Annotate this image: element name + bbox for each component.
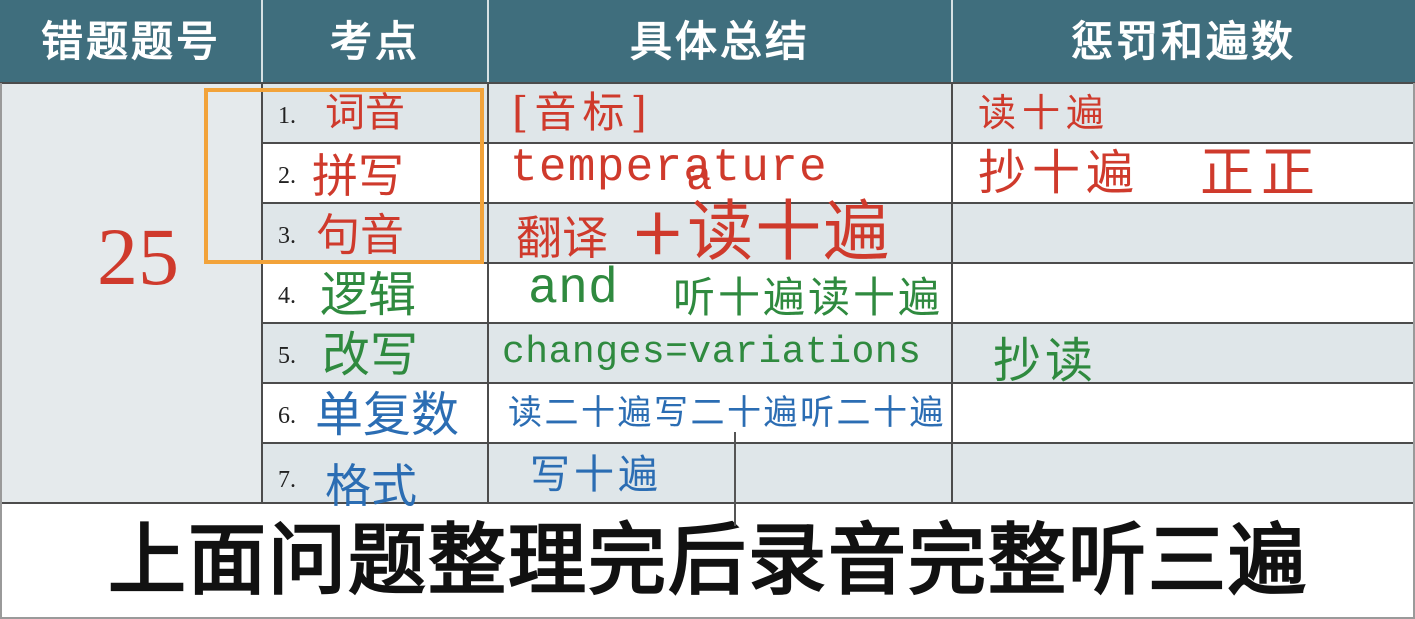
header-question-number: 错题题号 — [40, 17, 221, 66]
row-number: 6. — [278, 403, 296, 429]
summary-text: 读二十遍写二十遍听二十遍 — [508, 393, 946, 433]
summary-extra: +读十遍 — [630, 193, 892, 270]
header-divider — [261, 0, 263, 83]
header-topic: 考点 — [329, 17, 420, 66]
annotation-line — [734, 432, 736, 526]
question-number: 25 — [97, 211, 179, 302]
penalty-text: 抄十遍 — [978, 145, 1141, 201]
table-row — [262, 443, 1415, 503]
summary-text: changes=variations — [502, 331, 922, 374]
header-divider — [951, 0, 953, 83]
slide: 错题题号 考点 具体总结 惩罚和遍数 25 1. 词音 [音标] 读十遍 2. … — [0, 0, 1415, 619]
table-edge — [0, 83, 2, 619]
grid-line — [0, 82, 1415, 84]
summary-text: temperature — [510, 142, 828, 194]
table-header: 错题题号 考点 具体总结 惩罚和遍数 — [0, 0, 1415, 83]
summary-text: 写十遍 — [530, 452, 662, 498]
row-number: 7. — [278, 467, 296, 493]
header-summary: 具体总结 — [629, 17, 810, 66]
summary-extra: 听十遍读十遍 — [673, 273, 944, 322]
row-number: 4. — [278, 283, 296, 309]
topic-label: 改写 — [322, 327, 419, 383]
penalty-text: 读十遍 — [978, 91, 1111, 135]
summary-text: and — [528, 261, 619, 318]
topic-label: 单复数 — [315, 387, 460, 443]
header-penalty: 惩罚和遍数 — [1070, 17, 1296, 66]
row-number: 5. — [278, 343, 296, 369]
highlight-box — [204, 88, 484, 264]
grid-line — [951, 83, 953, 503]
topic-label: 逻辑 — [320, 267, 417, 323]
grid-line — [487, 83, 489, 503]
summary-text: 翻译 — [516, 211, 608, 265]
penalty-text: 抄读 — [993, 333, 1098, 389]
summary-text: [音标] — [512, 88, 653, 137]
penalty-tally: 正正 — [1200, 141, 1322, 204]
header-divider — [487, 0, 489, 83]
footer-caption: 上面问题整理完后录音完整听三遍 — [108, 516, 1309, 606]
